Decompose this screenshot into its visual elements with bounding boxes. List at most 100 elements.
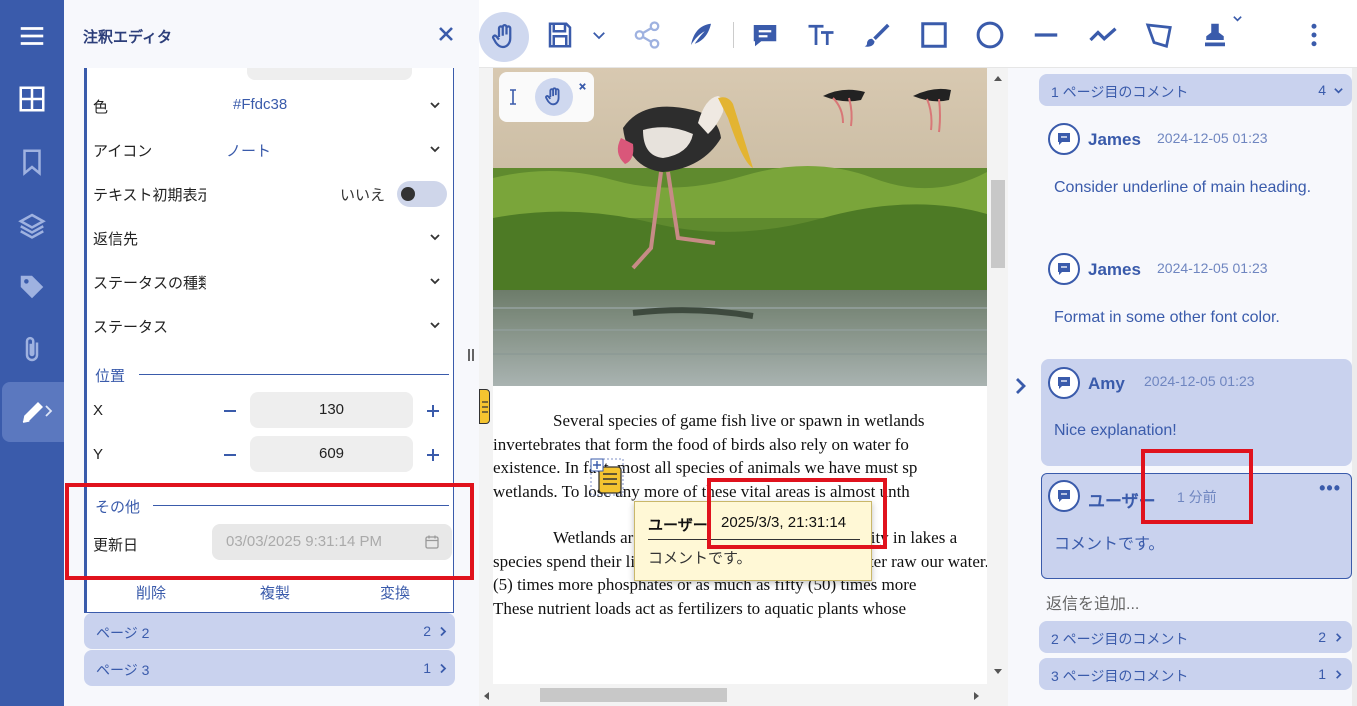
- rectangle-tool-button[interactable]: [913, 14, 955, 56]
- attachment-icon[interactable]: [0, 320, 64, 380]
- page-1-comments-group[interactable]: 1 ページ目のコメント 4: [1039, 74, 1352, 106]
- layers-icon[interactable]: [0, 195, 64, 255]
- comment-author: James: [1088, 260, 1141, 279]
- comment-more-button[interactable]: •••: [1319, 478, 1341, 499]
- reply-to-row[interactable]: 返信先: [93, 222, 449, 252]
- decrement-y-button[interactable]: [222, 447, 238, 463]
- delete-button[interactable]: 削除: [136, 582, 166, 603]
- bookmark-icon[interactable]: [0, 132, 64, 192]
- status-kind-row[interactable]: ステータスの種類: [93, 266, 449, 296]
- share-button[interactable]: [626, 14, 668, 56]
- avatar: [1048, 123, 1080, 155]
- highlight-box: [707, 478, 887, 549]
- polyline-tool-button[interactable]: [1082, 14, 1124, 56]
- sign-button[interactable]: [680, 14, 722, 56]
- note-lines-icon: [482, 401, 488, 413]
- tag-icon[interactable]: [0, 257, 64, 317]
- toolbar-separator: [733, 22, 734, 48]
- page-3-comments-group[interactable]: 3 ページ目のコメント 1: [1039, 658, 1352, 690]
- polygon-tool-button[interactable]: [1138, 14, 1180, 56]
- text-icon: [808, 24, 834, 45]
- page-2-comments-group[interactable]: 2 ページ目のコメント 2: [1039, 621, 1352, 653]
- chevron-down-icon: [1334, 88, 1343, 94]
- scroll-down-icon[interactable]: [993, 668, 1003, 676]
- duplicate-button[interactable]: 複製: [260, 582, 290, 603]
- annotation-editor-panel: 注釈エディタ 色 #Ffdc38 アイコン ノート テキスト初期表示 いいえ 返…: [64, 0, 479, 706]
- increment-y-button[interactable]: [425, 447, 441, 463]
- icon-row[interactable]: アイコン ノート: [93, 134, 449, 164]
- pen-tool-button[interactable]: [856, 14, 898, 56]
- comment-tool-button[interactable]: [744, 14, 786, 56]
- square-icon: [921, 22, 947, 48]
- scroll-right-icon[interactable]: [973, 691, 981, 701]
- horizontal-scroll-thumb[interactable]: [540, 688, 727, 702]
- save-button[interactable]: [539, 14, 581, 56]
- share-icon: [634, 21, 660, 49]
- group-label: 2 ページ目のコメント: [1051, 631, 1189, 647]
- chevron-down-icon: [430, 234, 440, 241]
- annotation-editor-icon[interactable]: [2, 382, 64, 442]
- save-options-dropdown[interactable]: [579, 14, 619, 56]
- initial-display-label: テキスト初期表示: [93, 187, 206, 204]
- comment-icon: [753, 25, 777, 47]
- hand-icon: [545, 87, 560, 106]
- chevron-down-icon: [430, 102, 440, 109]
- more-options-button[interactable]: [1293, 14, 1335, 56]
- chevron-down-icon: [430, 146, 440, 153]
- close-icon[interactable]: [578, 82, 587, 91]
- scroll-left-icon[interactable]: [482, 691, 490, 701]
- horizontal-scrollbar[interactable]: [479, 684, 988, 706]
- status-row[interactable]: ステータス: [93, 310, 449, 340]
- stamp-icon: [1205, 23, 1225, 47]
- avatar: [1048, 367, 1080, 399]
- comment-card[interactable]: James 2024-12-05 01:23 Format in some ot…: [1041, 248, 1352, 338]
- chevron-down-icon: [1232, 15, 1242, 22]
- icon-value: ノート: [226, 143, 272, 160]
- toggle-knob: [401, 187, 415, 201]
- group-label: 1 ページ目のコメント: [1051, 84, 1189, 100]
- scroll-up-icon[interactable]: [993, 74, 1003, 82]
- panel-resize-handle[interactable]: [466, 348, 476, 362]
- sticky-note-annotation-icon[interactable]: [590, 458, 624, 496]
- initial-display-row: テキスト初期表示 いいえ: [93, 178, 449, 208]
- text-line: invertebrates that form the food of bird…: [493, 434, 909, 454]
- save-icon: [548, 22, 572, 48]
- page-2-group[interactable]: ページ 2 2: [84, 613, 455, 649]
- text-tool-button[interactable]: [800, 14, 842, 56]
- x-input[interactable]: 130: [250, 392, 413, 428]
- page-3-count: 1: [423, 660, 431, 676]
- comments-scrollbar[interactable]: [1352, 68, 1357, 706]
- comment-card[interactable]: James 2024-12-05 01:23 Consider underlin…: [1041, 118, 1352, 228]
- chevron-right-icon: [1336, 670, 1342, 679]
- stamp-options-dropdown[interactable]: [1227, 8, 1247, 28]
- highlight-box: [1141, 449, 1253, 524]
- initial-display-toggle[interactable]: [397, 181, 447, 207]
- circle-tool-button[interactable]: [969, 14, 1011, 56]
- mini-pan-button[interactable]: [535, 78, 573, 116]
- text-select-icon[interactable]: [507, 88, 519, 106]
- vertical-scroll-thumb[interactable]: [991, 180, 1005, 268]
- page-3-group[interactable]: ページ 3 1: [84, 650, 455, 686]
- icon-label: アイコン: [93, 143, 153, 160]
- close-icon[interactable]: [436, 24, 456, 44]
- thumbnails-icon[interactable]: [0, 69, 64, 129]
- convert-button[interactable]: 変換: [380, 582, 410, 603]
- previous-field-input[interactable]: [247, 68, 412, 80]
- comment-text: Format in some other font color.: [1054, 309, 1280, 326]
- chevron-down-icon: [430, 278, 440, 285]
- y-input[interactable]: 609: [250, 436, 413, 472]
- main-toolbar: [479, 0, 1357, 68]
- decrement-x-button[interactable]: [222, 403, 238, 419]
- collapsed-note-tab[interactable]: [479, 389, 490, 424]
- pan-tool-button[interactable]: [479, 12, 529, 62]
- y-label: Y: [93, 446, 104, 463]
- menu-icon[interactable]: [0, 6, 64, 66]
- group-count: 4: [1318, 82, 1326, 98]
- chevron-right-icon: [1016, 378, 1026, 394]
- vertical-scrollbar[interactable]: [988, 68, 1008, 684]
- color-row[interactable]: 色 #Ffdc38: [93, 90, 449, 120]
- increment-x-button[interactable]: [425, 403, 441, 419]
- reply-input[interactable]: 返信を追加...: [1046, 590, 1139, 614]
- line-tool-button[interactable]: [1025, 14, 1067, 56]
- chevron-right-icon: [440, 626, 447, 637]
